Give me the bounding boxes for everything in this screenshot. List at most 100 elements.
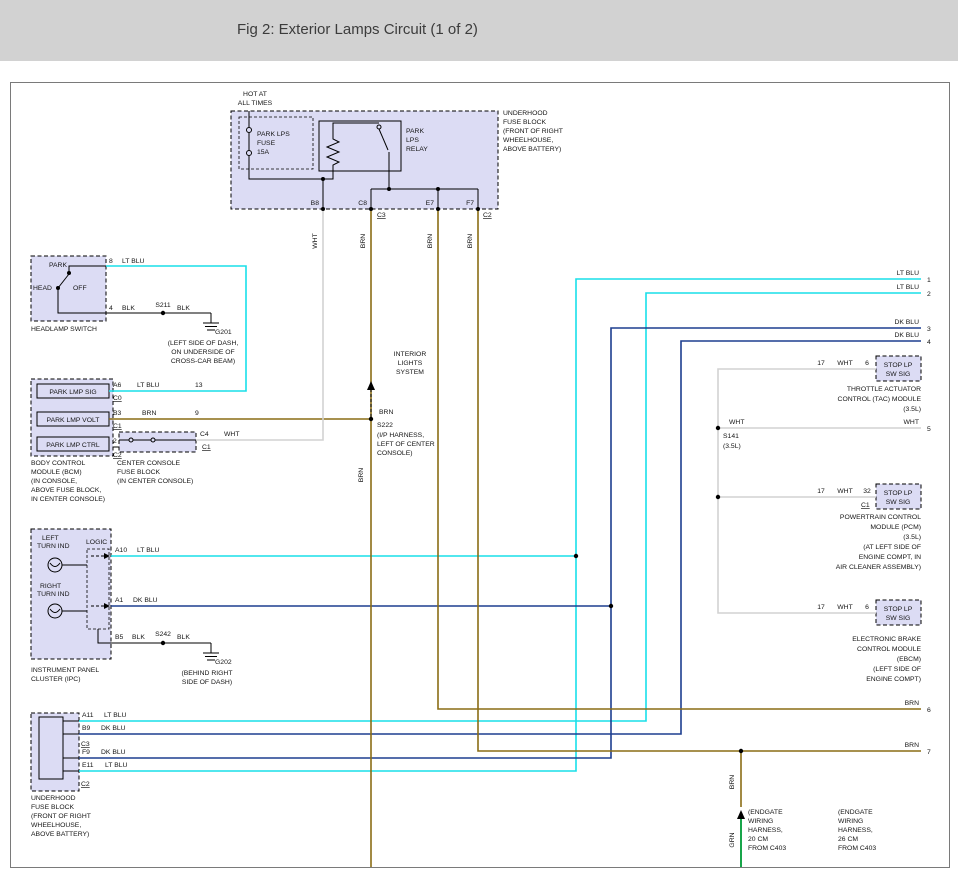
s222-wire-brn: BRN (379, 409, 393, 416)
console-conn-c1: C1 (202, 444, 211, 451)
top-location-4: WHEELHOUSE, (503, 137, 553, 144)
endgate-note2-3: HARNESS, (838, 827, 873, 834)
underhood-fuse-block-top (231, 111, 498, 209)
bcm-row-sig: PARK LMP SIG (49, 389, 96, 396)
exit-4-label: DK BLU (894, 332, 919, 339)
tac-name-1: THROTTLE ACTUATOR (847, 386, 921, 393)
console-name-1: CENTER CONSOLE (117, 460, 181, 467)
bcm-pin-a6: A6 (113, 382, 122, 389)
ipc-logic: LOGIC (86, 539, 107, 546)
ebcm-name-5: ENGINE COMPT) (866, 676, 921, 683)
tac-box-2: SW SIG (886, 371, 911, 378)
endgate-note2-5: FROM C403 (838, 845, 876, 852)
endgate-note2-4: 26 CM (838, 836, 858, 843)
interior-system-2: LIGHTS (398, 360, 423, 367)
pcm-labels: 17 WHT 32 C1 STOP LP SW SIG POWERTRAIN C… (817, 488, 921, 571)
exit-1-label: LT BLU (897, 270, 920, 277)
ebcm-box-1: STOP LP (884, 606, 913, 613)
s222-loc-3: CONSOLE) (377, 450, 413, 457)
fuse-label-3: 15A (257, 149, 270, 156)
s222-loc-1: (I/P HARNESS, (377, 432, 424, 439)
bcm-pin-2: 2 (113, 438, 117, 445)
wire-color-e7: BRN (427, 234, 434, 248)
s141-note: (3.5L) (723, 443, 741, 450)
headlamp-switch-name: HEADLAMP SWITCH (31, 326, 97, 333)
g201-loc-1: (LEFT SIDE OF DASH, (168, 340, 239, 347)
ground-g201: G201 (215, 329, 232, 336)
exit-1-num: 1 (927, 277, 931, 284)
ipc-name-1: INSTRUMENT PANEL (31, 667, 99, 674)
endgate-note1-4: 20 CM (748, 836, 768, 843)
ipc-right-2: TURN IND (37, 591, 70, 598)
wire-color-b8: WHT (312, 233, 319, 248)
bcm-name-1: BODY CONTROL (31, 460, 85, 467)
console-name-2: FUSE BLOCK (117, 469, 161, 476)
ipc-right-1: RIGHT (40, 583, 61, 590)
tac-name-3: (3.5L) (903, 406, 921, 413)
ipc-pin-a10: A10 (115, 547, 127, 554)
ipc-pin-b5: B5 (115, 634, 124, 641)
switch-pin-8: 8 (109, 258, 113, 265)
s222-wire-down: BRN (358, 468, 365, 482)
bcm-conn-c2: C2 (113, 452, 122, 459)
bcm-name-5: IN CENTER CONSOLE) (31, 496, 105, 503)
exit-labels: LT BLU 1 LT BLU 2 DK BLU 3 DK BLU 4 WHT … (894, 270, 931, 756)
g202-loc-2: SIDE OF DASH) (182, 679, 232, 686)
interior-system-3: SYSTEM (396, 369, 424, 376)
endgate-note1-3: HARNESS, (748, 827, 783, 834)
pin-f9: F9 (82, 749, 90, 756)
wire-color-c8: BRN (360, 234, 367, 248)
bcm-row-volt: PARK LMP VOLT (47, 417, 100, 424)
pin-b9: B9 (82, 725, 91, 732)
bcm-ckt-13: 13 (195, 382, 203, 389)
exit-5-label: WHT (904, 419, 919, 426)
g201-loc-2: ON UNDERSIDE OF (171, 349, 234, 356)
ipc-wire-b5b: BLK (177, 634, 190, 641)
bcm-row-ctrl: PARK LMP CTRL (46, 442, 100, 449)
ebcm-pin: 6 (865, 604, 869, 611)
ipc-wire-b5a: BLK (132, 634, 145, 641)
bottom-conn-c2: C2 (81, 781, 90, 788)
bottom-conn-c3: C3 (81, 741, 90, 748)
endgate-note2-1: (ENDGATE (838, 809, 873, 816)
splice-s242: S242 (155, 631, 171, 638)
pcm-name-4: (AT LEFT SIDE OF (863, 544, 921, 551)
exit-6-num: 6 (927, 707, 931, 714)
pin-b8: B8 (311, 200, 320, 207)
tac-name-2: CONTROL (TAC) MODULE (838, 396, 922, 403)
bottom-name-2: FUSE BLOCK (31, 804, 75, 811)
bcm-name-3: (IN CONSOLE, (31, 478, 77, 485)
endgate-note2-2: WIRING (838, 818, 863, 825)
bcm-pin-b3: B3 (113, 410, 122, 417)
ground-g202: G202 (215, 659, 232, 666)
pin-a11: A11 (82, 712, 94, 719)
ipc-left-2: TURN IND (37, 543, 70, 550)
pcm-name-6: AIR CLEANER ASSEMBLY) (836, 564, 921, 571)
top-location-3: (FRONT OF RIGHT (503, 128, 563, 135)
top-location-2: FUSE BLOCK (503, 119, 547, 126)
relay-label-1: PARK (406, 128, 424, 135)
exit-3-num: 3 (927, 326, 931, 333)
wiring-diagram: HOT AT ALL TIMES PARK LPS FUSE 15A PARK … (11, 83, 949, 867)
pin-f7: F7 (466, 200, 474, 207)
ebcm-name-3: (EBCM) (897, 656, 921, 663)
dk-blu-wires (79, 328, 921, 758)
splice-s211: S211 (155, 302, 171, 309)
pin-e11: E11 (82, 762, 94, 769)
relay-label-3: RELAY (406, 146, 428, 153)
wire-color-f7: BRN (467, 234, 474, 248)
all-times-label: ALL TIMES (238, 100, 273, 107)
endgate-wire-grn: GRN (729, 832, 736, 847)
exit-5-num: 5 (927, 426, 931, 433)
pcm-name-1: POWERTRAIN CONTROL (840, 514, 921, 521)
black-wires-grounds (106, 313, 219, 660)
tac-wire: WHT (837, 360, 852, 367)
console-pin-c4: C4 (200, 431, 209, 438)
pcm-wire: WHT (837, 488, 852, 495)
bcm-name-2: MODULE (BCM) (31, 469, 82, 476)
relay-label-2: LPS (406, 137, 419, 144)
interior-lights-labels: INTERIOR LIGHTS SYSTEM BRN S222 (I/P HAR… (358, 351, 435, 482)
pcm-box-1: STOP LP (884, 490, 913, 497)
hot-at-label: HOT AT (243, 91, 267, 98)
bcm-ckt-9: 9 (195, 410, 199, 417)
